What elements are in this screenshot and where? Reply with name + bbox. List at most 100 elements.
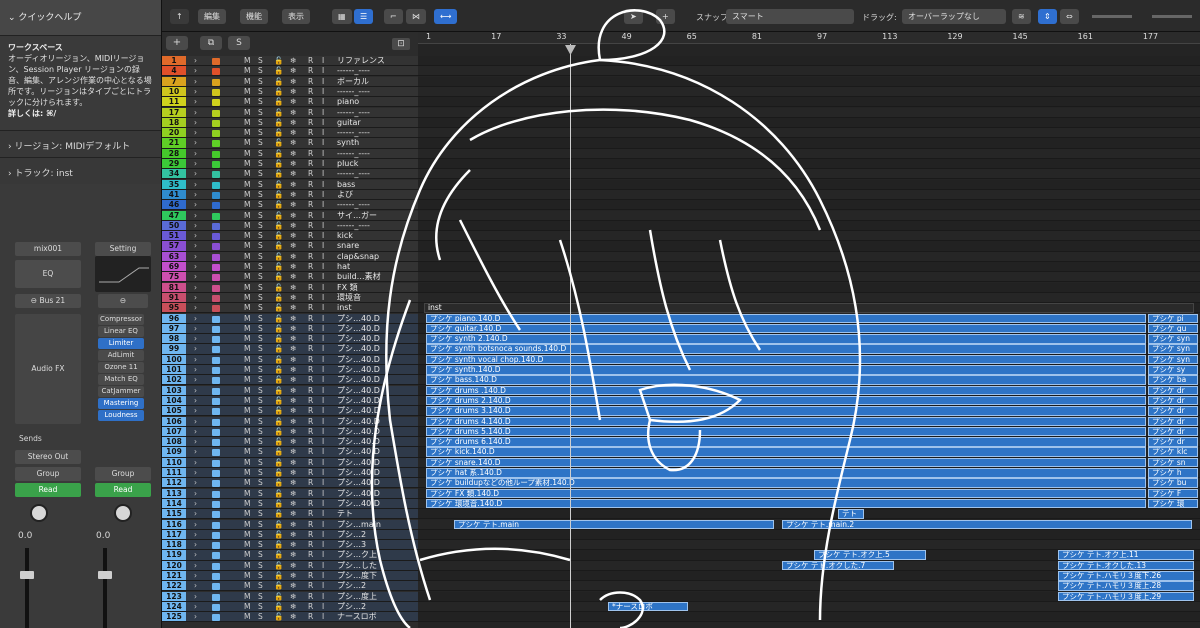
freeze-icon[interactable]: ❄ [290, 190, 296, 200]
input-monitor-button[interactable]: I [322, 159, 324, 169]
plugin-slot[interactable]: Loudness [98, 410, 144, 421]
record-button[interactable]: R [308, 221, 313, 231]
region[interactable]: プシケ dr [1148, 426, 1198, 437]
mute-button[interactable]: M [244, 241, 250, 251]
mute-button[interactable]: M [244, 571, 250, 581]
lock-icon[interactable]: 🔓 [274, 252, 283, 262]
mute-button[interactable]: M [244, 66, 250, 76]
input-monitor-button[interactable]: I [322, 262, 324, 272]
freeze-icon[interactable]: ❄ [290, 561, 296, 571]
region[interactable]: プシケ guitar.140.D [426, 323, 1146, 334]
record-button[interactable]: R [308, 159, 313, 169]
disclosure-icon[interactable]: › [194, 252, 197, 262]
lock-icon[interactable]: 🔓 [274, 334, 283, 344]
lock-icon[interactable]: 🔓 [274, 87, 283, 97]
region[interactable]: プシケ klc [1148, 447, 1198, 457]
view-menu[interactable]: 表示 [282, 9, 310, 24]
volume-fader[interactable] [20, 571, 34, 579]
disclosure-icon[interactable]: › [194, 190, 197, 200]
region[interactable]: プシケ drums 2.140.D [426, 395, 1146, 406]
input-monitor-button[interactable]: I [322, 386, 324, 396]
record-button[interactable]: R [308, 118, 313, 128]
mute-button[interactable]: M [244, 602, 250, 612]
freeze-icon[interactable]: ❄ [290, 231, 296, 241]
input-monitor-button[interactable]: I [322, 149, 324, 159]
region[interactable]: プシケ drums .140.D [426, 385, 1146, 396]
track-lane[interactable] [418, 220, 1200, 231]
track-header[interactable]: 101 › M S 🔓 ❄ R I プシ…40.D [162, 365, 418, 376]
add-track-button[interactable]: + [166, 36, 188, 50]
freeze-icon[interactable]: ❄ [290, 324, 296, 334]
input-monitor-button[interactable]: I [322, 375, 324, 385]
lock-icon[interactable]: 🔓 [274, 283, 283, 293]
lock-icon[interactable]: 🔓 [274, 56, 283, 66]
disclosure-icon[interactable]: › [194, 437, 197, 447]
mute-button[interactable]: M [244, 530, 250, 540]
disclosure-icon[interactable]: › [194, 468, 197, 478]
input-monitor-button[interactable]: I [322, 87, 324, 97]
solo-button[interactable]: S [258, 293, 263, 303]
record-button[interactable]: R [308, 447, 313, 457]
record-button[interactable]: R [308, 458, 313, 468]
solo-button[interactable]: S [258, 602, 263, 612]
record-button[interactable]: R [308, 417, 313, 427]
region[interactable]: プシケ hat 系.140.D [426, 468, 1146, 478]
lock-icon[interactable]: 🔓 [274, 458, 283, 468]
solo-button[interactable]: S [258, 87, 263, 97]
solo-button[interactable]: S [258, 344, 263, 354]
input-monitor-button[interactable]: I [322, 138, 324, 148]
freeze-icon[interactable]: ❄ [290, 344, 296, 354]
record-button[interactable]: R [308, 283, 313, 293]
freeze-icon[interactable]: ❄ [290, 97, 296, 107]
record-button[interactable]: R [308, 406, 313, 416]
lock-icon[interactable]: 🔓 [274, 118, 283, 128]
volume-fader[interactable] [98, 571, 112, 579]
solo-button[interactable]: S [258, 478, 263, 488]
track-header[interactable]: 1 › M S 🔓 ❄ R I リファレンス [162, 56, 418, 67]
track-header[interactable]: 69 › M S 🔓 ❄ R Ihat [162, 262, 418, 273]
solo-button[interactable]: S [258, 283, 263, 293]
region[interactable]: プシケ 環境音.140.D [426, 498, 1146, 509]
freeze-icon[interactable]: ❄ [290, 396, 296, 406]
input-monitor-button[interactable]: I [322, 56, 324, 66]
record-button[interactable]: R [308, 324, 313, 334]
disclosure-icon[interactable]: › [194, 241, 197, 251]
region[interactable]: プシケ drums 3.140.D [426, 406, 1146, 416]
record-button[interactable]: R [308, 468, 313, 478]
freeze-icon[interactable]: ❄ [290, 489, 296, 499]
input-monitor-button[interactable]: I [322, 241, 324, 251]
freeze-icon[interactable]: ❄ [290, 447, 296, 457]
mute-button[interactable]: M [244, 417, 250, 427]
lock-icon[interactable]: 🔓 [274, 427, 283, 437]
function-menu[interactable]: 機能 [240, 9, 268, 24]
track-header[interactable]: 99 › M S 🔓 ❄ R I プシ…40.D [162, 344, 418, 355]
input-monitor-button[interactable]: I [322, 550, 324, 560]
disclosure-icon[interactable]: › [194, 417, 197, 427]
mute-button[interactable]: M [244, 262, 250, 272]
track-header[interactable]: 91 › M S 🔓 ❄ R I 環境音 [162, 292, 418, 304]
lock-icon[interactable]: 🔓 [274, 602, 283, 612]
track-header[interactable]: 115 › M S 🔓 ❄ R I テト [162, 509, 418, 520]
freeze-icon[interactable]: ❄ [290, 262, 296, 272]
disclosure-icon[interactable]: › [194, 602, 197, 612]
disclosure-icon[interactable]: › [194, 520, 197, 530]
disclosure-icon[interactable]: › [194, 530, 197, 540]
region[interactable]: プシケ F [1148, 488, 1198, 499]
track-header[interactable]: 120 › M S 🔓 ❄ R I プシ…した [162, 560, 418, 571]
mute-button[interactable]: M [244, 324, 250, 334]
mute-button[interactable]: M [244, 97, 250, 107]
region[interactable]: プシケ synth vocal chop.140.D [426, 354, 1146, 365]
lock-icon[interactable]: 🔓 [274, 211, 283, 221]
disclosure-icon[interactable]: › [194, 108, 197, 118]
audio-fx-slot[interactable]: Audio FX [15, 314, 81, 424]
mute-button[interactable]: M [244, 396, 250, 406]
track-lane[interactable] [418, 138, 1200, 149]
mute-button[interactable]: M [244, 509, 250, 519]
record-button[interactable]: R [308, 128, 313, 138]
disclosure-icon[interactable]: › [194, 592, 197, 602]
track-lane[interactable] [418, 241, 1200, 252]
region[interactable]: プシケ テト.ハモリ３度下.26 [1058, 571, 1194, 581]
input-monitor-button[interactable]: I [322, 468, 324, 478]
track-inspector-toggle[interactable]: › トラック: inst [0, 157, 161, 184]
solo-button[interactable]: S [258, 612, 263, 622]
